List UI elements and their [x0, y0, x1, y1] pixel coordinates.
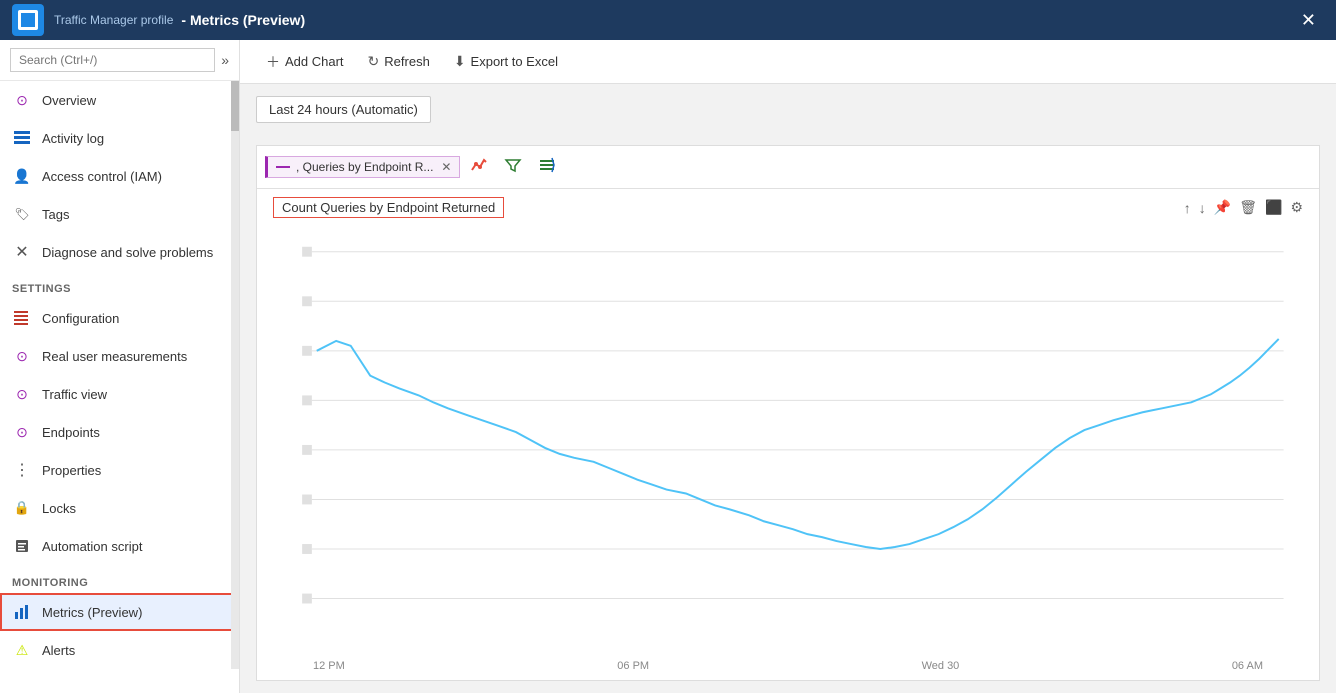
app-logo	[12, 4, 44, 36]
tab-label: , Queries by Endpoint R...	[296, 160, 433, 174]
export-button[interactable]: ⬇ Export to Excel	[444, 48, 568, 75]
chart-svg-container	[273, 222, 1303, 658]
sidebar-item-traffic-view[interactable]: ⊙ Traffic view	[0, 375, 239, 413]
x-label-6pm: 06 PM	[617, 660, 649, 672]
locks-icon: 🔒	[12, 498, 32, 518]
chart-type-button[interactable]	[464, 152, 494, 182]
settings-section-label: SETTINGS	[0, 271, 239, 299]
add-chart-button[interactable]: ＋ Add Chart	[256, 47, 354, 77]
access-control-icon: 👤	[12, 166, 32, 186]
sidebar-item-label: Traffic view	[42, 387, 107, 402]
sidebar-nav: ⊙ Overview Activity log 👤 Acce	[0, 81, 239, 693]
delete-icon[interactable]: 🗑	[1239, 199, 1257, 216]
sidebar-item-configuration[interactable]: Configuration	[0, 299, 239, 337]
real-user-measurements-icon: ⊙	[12, 346, 32, 366]
content-area: ＋ Add Chart ↻ Refresh ⬇ Export to Excel …	[240, 40, 1336, 693]
endpoints-icon: ⊙	[12, 422, 32, 442]
sidebar-item-automation-script[interactable]: Automation script	[0, 527, 239, 565]
search-input[interactable]	[10, 48, 215, 72]
x-axis-labels: 12 PM 06 PM Wed 30 06 AM	[273, 658, 1303, 680]
sidebar-item-metrics-preview[interactable]: Metrics (Preview)	[0, 593, 239, 631]
settings-icon[interactable]: ⚙	[1290, 199, 1303, 216]
sidebar-item-label: Automation script	[42, 539, 142, 554]
metrics-preview-icon	[12, 602, 32, 622]
top-bar: Traffic Manager profile - Metrics (Previ…	[0, 0, 1336, 40]
x-label-wed30: Wed 30	[922, 660, 960, 672]
refresh-label: Refresh	[384, 54, 430, 69]
sidebar-item-label: Locks	[42, 501, 76, 516]
sidebar-item-label: Alerts	[42, 643, 75, 658]
sidebar-item-label: Endpoints	[42, 425, 100, 440]
sidebar-item-label: Tags	[42, 207, 69, 222]
monitoring-section-label: MONITORING	[0, 565, 239, 593]
chart-svg	[273, 222, 1303, 658]
x-label-6am: 06 AM	[1232, 660, 1263, 672]
refresh-icon: ↻	[368, 53, 380, 70]
sidebar-item-activity-log[interactable]: Activity log	[0, 119, 239, 157]
chart-title-bar: Count Queries by Endpoint Returned ↑ ↓ 📌…	[273, 197, 1303, 218]
sidebar-item-tags[interactable]: 🏷 Tags	[0, 195, 239, 233]
sidebar-item-label: Real user measurements	[42, 349, 187, 364]
tab-line-indicator	[276, 166, 290, 168]
configuration-icon	[12, 308, 32, 328]
diagnose-icon: ✕	[12, 242, 32, 262]
copy-icon[interactable]: ⬛	[1265, 199, 1282, 216]
sidebar-item-real-user-measurements[interactable]: ⊙ Real user measurements	[0, 337, 239, 375]
top-bar-title: - Metrics (Preview)	[181, 12, 305, 28]
sidebar: » ⊙ Overview	[0, 40, 240, 693]
sidebar-item-label: Overview	[42, 93, 96, 108]
chart-line	[317, 339, 1279, 549]
sidebar-item-access-control[interactable]: 👤 Access control (IAM)	[0, 157, 239, 195]
close-button[interactable]: ✕	[1293, 6, 1324, 35]
main-layout: » ⊙ Overview	[0, 40, 1336, 693]
chart-body: Count Queries by Endpoint Returned ↑ ↓ 📌…	[257, 189, 1319, 680]
alerts-icon: ⚠	[12, 640, 32, 660]
chart-tab-bar: , Queries by Endpoint R... ✕	[257, 146, 1319, 189]
sidebar-item-properties[interactable]: ⋮ Properties	[0, 451, 239, 489]
pin-icon[interactable]: 📌	[1214, 199, 1231, 216]
properties-icon: ⋮	[12, 460, 32, 480]
chart-action-icons: ↑ ↓ 📌 🗑 ⬛ ⚙	[1184, 199, 1303, 216]
export-icon: ⬇	[454, 53, 466, 70]
tab-close-button[interactable]: ✕	[441, 160, 451, 174]
sort-desc-icon[interactable]: ↓	[1199, 200, 1206, 216]
automation-script-icon	[12, 536, 32, 556]
traffic-view-icon: ⊙	[12, 384, 32, 404]
sidebar-item-label: Access control (IAM)	[42, 169, 162, 184]
toolbar: ＋ Add Chart ↻ Refresh ⬇ Export to Excel	[240, 40, 1336, 84]
sidebar-search-area: »	[0, 40, 239, 81]
overview-icon: ⊙	[12, 90, 32, 110]
sidebar-item-endpoints[interactable]: ⊙ Endpoints	[0, 413, 239, 451]
sidebar-item-label: Properties	[42, 463, 101, 478]
activity-log-icon	[12, 128, 32, 148]
chart-container: Last 24 hours (Automatic) , Queries by E…	[240, 84, 1336, 693]
tags-icon: 🏷	[12, 204, 32, 224]
sidebar-item-alerts[interactable]: ⚠ Alerts	[0, 631, 239, 669]
chart-title: Count Queries by Endpoint Returned	[273, 197, 504, 218]
sort-asc-icon[interactable]: ↑	[1184, 200, 1191, 216]
sidebar-collapse-button[interactable]: »	[221, 52, 229, 68]
split-button[interactable]	[532, 152, 562, 182]
chart-card: , Queries by Endpoint R... ✕	[256, 145, 1320, 681]
add-chart-icon: ＋	[266, 52, 280, 72]
sidebar-item-label: Diagnose and solve problems	[42, 245, 213, 260]
sidebar-item-label: Activity log	[42, 131, 104, 146]
sidebar-item-overview[interactable]: ⊙ Overview	[0, 81, 239, 119]
export-label: Export to Excel	[471, 54, 558, 69]
sidebar-item-label: Configuration	[42, 311, 119, 326]
sidebar-item-label: Metrics (Preview)	[42, 605, 142, 620]
time-range-button[interactable]: Last 24 hours (Automatic)	[256, 96, 431, 123]
refresh-button[interactable]: ↻ Refresh	[358, 48, 440, 75]
sidebar-item-locks[interactable]: 🔒 Locks	[0, 489, 239, 527]
top-bar-subtitle: Traffic Manager profile	[54, 13, 173, 27]
filter-button[interactable]	[498, 152, 528, 182]
sidebar-item-diagnose[interactable]: ✕ Diagnose and solve problems	[0, 233, 239, 271]
x-label-12pm: 12 PM	[313, 660, 345, 672]
chart-tab-pill: , Queries by Endpoint R... ✕	[265, 156, 460, 178]
add-chart-label: Add Chart	[285, 54, 344, 69]
